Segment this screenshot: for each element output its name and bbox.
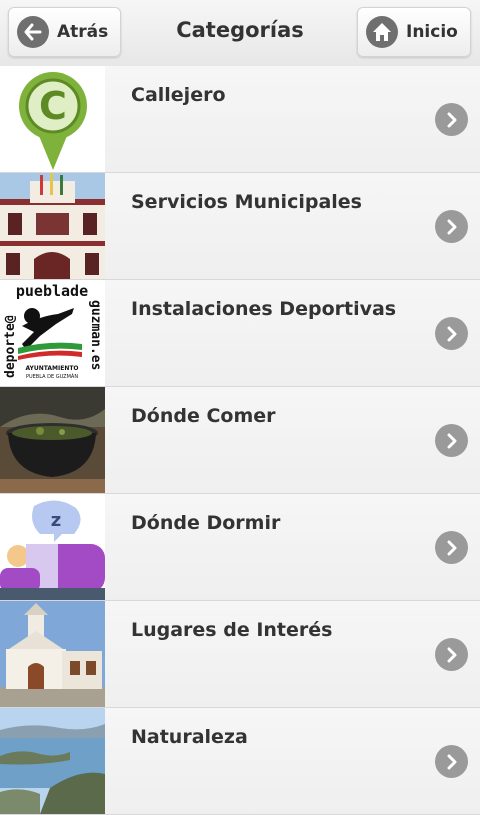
callejero-logo: C [0,66,105,172]
deportes-logo-footer-1: AYUNTAMIENTO [25,365,78,372]
home-icon [366,16,398,48]
category-label: Dónde Dormir [131,512,281,534]
back-arrow-icon [17,16,49,48]
home-label: Inicio [406,22,458,42]
cooking-pot-photo [0,387,105,493]
list-item-lugares-de-interes[interactable]: Lugares de Interés [0,601,480,708]
category-label: Lugares de Interés [131,619,333,641]
app-header: Atrás Categorías Inicio [0,0,480,67]
deportes-logo-footer-2: PUEBLA DE GUZMÁN [26,373,78,380]
back-label: Atrás [57,22,109,42]
callejero-logo-letter: C [39,84,67,128]
deportes-logo-left: deporte@ [3,315,18,378]
deportes-logo-top: pueblade [16,282,88,300]
list-item-donde-comer[interactable]: Dónde Comer [0,387,480,494]
chevron-right-icon [435,638,468,671]
category-list: C Callejero Servicios Municipales puebla… [0,66,480,815]
list-item-callejero[interactable]: C Callejero [0,66,480,173]
lake-landscape-photo [0,708,105,814]
list-item-servicios-municipales[interactable]: Servicios Municipales [0,173,480,280]
svg-text:z: z [51,510,61,531]
home-button[interactable]: Inicio [357,7,471,57]
list-item-instalaciones-deportivas[interactable]: pueblade deporte@ guzman.es AYUNTAMIENTO… [0,280,480,387]
chevron-right-icon [435,424,468,457]
chevron-right-icon [435,103,468,136]
chevron-right-icon [435,317,468,350]
chevron-right-icon [435,210,468,243]
chevron-right-icon [435,745,468,778]
list-item-naturaleza[interactable]: Naturaleza [0,708,480,815]
page-title: Categorías [176,18,304,42]
category-label: Servicios Municipales [131,191,362,213]
back-button[interactable]: Atrás [8,7,121,57]
deportes-logo-right: guzman.es [88,300,103,370]
category-label: Dónde Comer [131,405,276,427]
category-label: Naturaleza [131,726,248,748]
category-label: Callejero [131,84,226,106]
category-label: Instalaciones Deportivas [131,298,397,320]
town-hall-photo [0,173,105,279]
chevron-right-icon [435,531,468,564]
sleeping-person-icon: z [0,494,105,600]
deportes-logo: pueblade deporte@ guzman.es AYUNTAMIENTO… [0,280,105,386]
church-photo [0,601,105,707]
list-item-donde-dormir[interactable]: z Dónde Dormir [0,494,480,601]
